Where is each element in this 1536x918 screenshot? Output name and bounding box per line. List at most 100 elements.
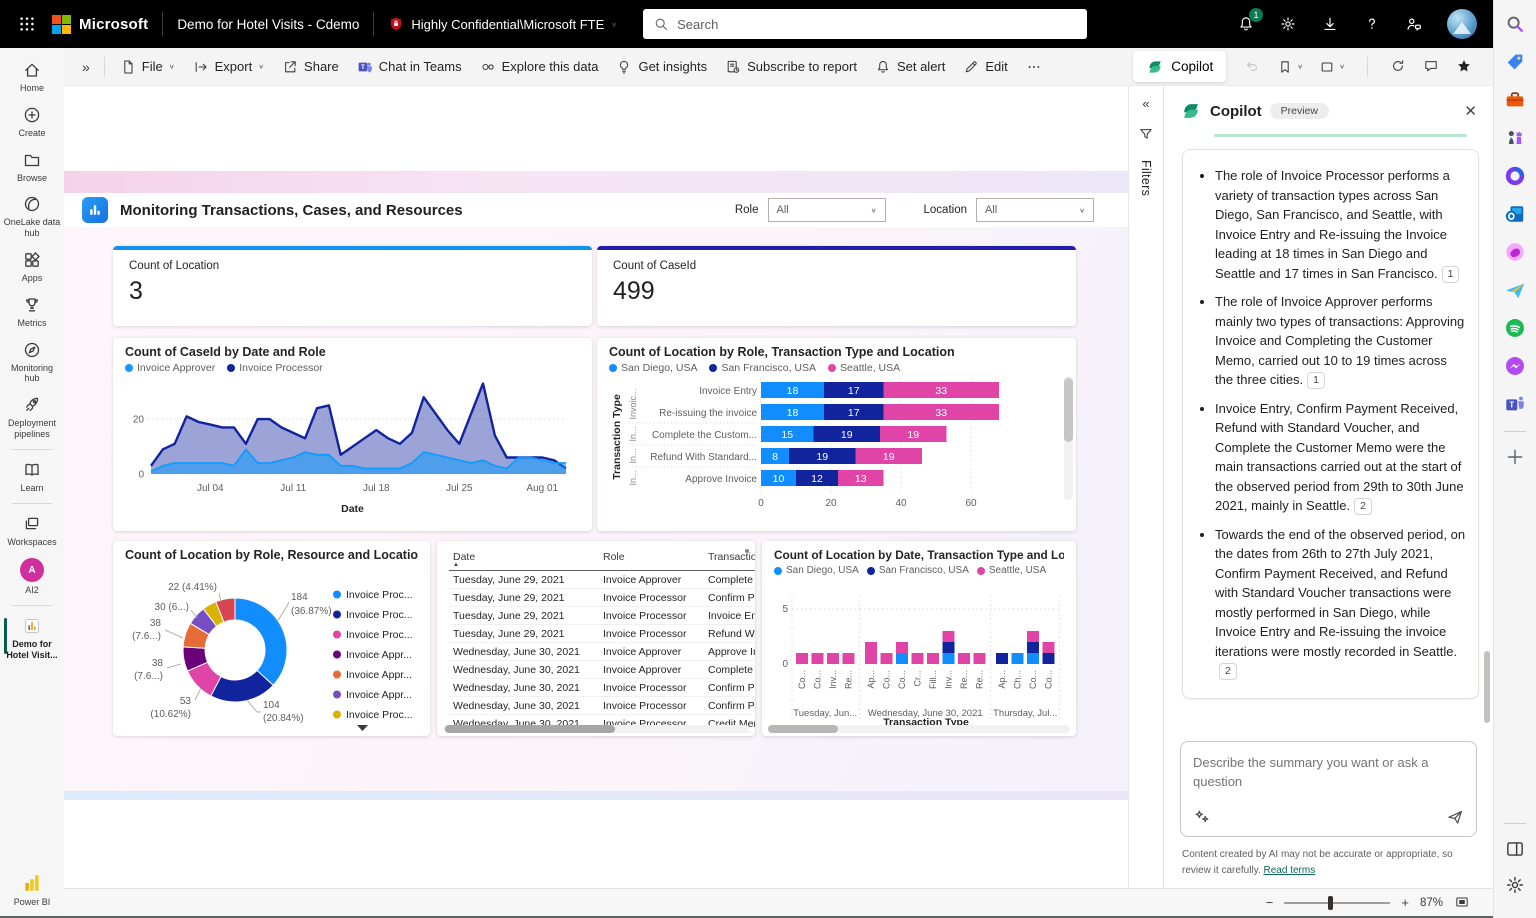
plane-icon[interactable] [1504, 279, 1526, 301]
sidebar-item-metrics[interactable]: Metrics [0, 289, 64, 334]
legend-item[interactable]: San Diego, USA [609, 362, 697, 374]
toolbar-get-insights-button[interactable]: Get insights [607, 52, 716, 82]
download-button[interactable] [1321, 15, 1339, 33]
table-row[interactable]: Tuesday, June 29, 2021Invoice ProcessorC… [449, 589, 755, 607]
refresh-button[interactable] [1390, 58, 1407, 75]
sidebar-item-apps[interactable]: Apps [0, 244, 64, 289]
help-button[interactable] [1363, 15, 1381, 33]
search-icon[interactable] [1504, 13, 1526, 35]
citation-chip[interactable]: 1 [1307, 372, 1325, 389]
sidebar-item-deployment-pipelines[interactable]: Deployment pipelines [0, 389, 64, 445]
toolbar-subscribe-to-report-button[interactable]: Subscribe to report [716, 52, 866, 82]
user-avatar[interactable] [1447, 9, 1477, 39]
expand-filters-button[interactable]: « [1142, 96, 1149, 111]
table-row[interactable]: Tuesday, June 29, 2021Invoice ProcessorR… [449, 625, 755, 643]
search-input[interactable]: Search [643, 9, 1087, 39]
sidebar-item-create[interactable]: Create [0, 99, 64, 144]
table-row[interactable]: Wednesday, June 30, 2021Invoice Processo… [449, 733, 755, 737]
sensitivity-label-button[interactable]: Highly Confidential\Microsoft FTE ∨ [388, 16, 617, 32]
undo-button[interactable] [1244, 58, 1261, 75]
citation-chip[interactable]: 2 [1219, 663, 1237, 680]
bookmarks-button[interactable]: ∨ [1277, 59, 1303, 75]
expand-nav-button[interactable]: » [74, 59, 98, 75]
copilot-toolbar-button[interactable]: Copilot [1133, 51, 1226, 82]
app-launcher-button[interactable] [12, 9, 42, 39]
m365-icon[interactable] [1504, 165, 1526, 187]
toolbar-set-alert-button[interactable]: Set alert [866, 52, 954, 82]
toolbar-edit-button[interactable]: Edit [954, 52, 1016, 82]
feedback-button[interactable] [1405, 15, 1423, 33]
settings-icon[interactable] [1504, 874, 1526, 896]
chart-scrollbar-thumb[interactable] [1064, 378, 1073, 442]
copilot-input-box[interactable]: Describe the summary you want or ask a q… [1180, 741, 1477, 837]
outlook-icon[interactable] [1504, 203, 1526, 225]
filters-icon-button[interactable] [1138, 126, 1154, 145]
location-slicer-dropdown[interactable]: All∨ [976, 198, 1094, 222]
legend-item[interactable]: Seattle, USA [977, 565, 1046, 576]
chart-scrollbar-thumb[interactable] [768, 725, 838, 733]
table-column-header[interactable]: Role [599, 550, 704, 571]
copilot-scrollbar-thumb[interactable] [1484, 651, 1490, 723]
zoom-in-button[interactable]: + [1401, 895, 1409, 910]
teams-icon[interactable]: T [1504, 393, 1526, 415]
toolbar-file-button[interactable]: File∨ [111, 52, 184, 82]
sidebar-item-onelake-data-hub[interactable]: OneLake data hub [0, 188, 64, 244]
sidebar-item-ai2[interactable]: AAI2 [0, 552, 64, 601]
sidebar-item-learn[interactable]: Learn [0, 454, 64, 499]
stacked-bar-chart-card[interactable]: Count of Location by Role, Transaction T… [597, 338, 1076, 531]
sidebar-item-power-bi[interactable]: Power BI [3, 866, 61, 916]
citation-chip[interactable]: 2 [1354, 498, 1372, 515]
legend-item[interactable]: Seattle, USA [828, 362, 900, 374]
table-row[interactable]: Tuesday, June 29, 2021Invoice ProcessorI… [449, 607, 755, 625]
table-row[interactable]: Wednesday, June 30, 2021Invoice Approver… [449, 661, 755, 679]
toolbar-more-button[interactable] [1017, 52, 1051, 82]
sidebar-item-workspaces[interactable]: Workspaces [0, 508, 64, 553]
comments-button[interactable] [1423, 58, 1440, 75]
zoom-slider[interactable] [1284, 902, 1390, 904]
toolbar-chat-in-teams-button[interactable]: TChat in Teams [348, 52, 471, 82]
table-row[interactable]: Wednesday, June 30, 2021Invoice Approver… [449, 643, 755, 661]
table-row[interactable]: Wednesday, June 30, 2021Invoice Processo… [449, 679, 755, 697]
toolbar-explore-this-data-button[interactable]: Explore this data [471, 52, 608, 82]
chess-icon[interactable] [1504, 127, 1526, 149]
sidebar-item-browse[interactable]: Browse [0, 144, 64, 189]
legend-item[interactable]: San Diego, USA [774, 565, 859, 576]
fit-to-page-button[interactable] [1454, 894, 1471, 911]
legend-item[interactable]: San Francisco, USA [867, 565, 969, 576]
legend-item[interactable]: Invoice Processor [227, 362, 322, 374]
notifications-button[interactable]: 1 [1237, 15, 1255, 33]
sidebar-item-home[interactable]: Home [0, 54, 64, 99]
microsoft-logo[interactable]: Microsoft [52, 15, 148, 34]
legend-item[interactable]: San Francisco, USA [709, 362, 816, 374]
designer-icon[interactable] [1504, 241, 1526, 263]
kpi-card-count-of-location[interactable]: Count of Location 3 [113, 246, 592, 326]
toolbox-icon[interactable] [1504, 89, 1526, 111]
zoom-out-button[interactable]: − [1266, 895, 1274, 910]
area-chart-card[interactable]: Count of CaseId by Date and Role Invoice… [113, 338, 592, 531]
view-button[interactable]: ∨ [1319, 59, 1345, 75]
favorite-button[interactable] [1456, 58, 1473, 75]
table-row[interactable]: Wednesday, June 30, 2021Invoice Processo… [449, 697, 755, 715]
messenger-icon[interactable] [1504, 355, 1526, 377]
read-terms-link[interactable]: Read terms [1264, 865, 1316, 876]
table-visual-card[interactable]: Date▲RoleTransactionTuesday, June 29, 20… [437, 541, 755, 736]
donut-chart-card[interactable]: Count of Location by Role, Resource and … [113, 541, 430, 736]
prompt-suggestions-button[interactable] [1193, 808, 1211, 826]
close-copilot-button[interactable]: ✕ [1464, 102, 1477, 120]
send-button[interactable] [1446, 808, 1464, 826]
column-chart-card[interactable]: Count of Location by Date, Transaction T… [762, 541, 1076, 736]
legend-item[interactable]: Invoice Approver [125, 362, 215, 374]
zoom-slider-thumb[interactable] [1328, 896, 1333, 910]
sidebar-item-monitoring-hub[interactable]: Monitoring hub [0, 334, 64, 390]
table-column-header[interactable]: Date▲ [449, 550, 599, 571]
panel-icon[interactable] [1504, 838, 1526, 860]
sidebar-item-demo-for-hotel-visit[interactable]: Demo for Hotel Visit... [0, 610, 64, 666]
table-row[interactable]: Tuesday, June 29, 2021Invoice ApproverCo… [449, 571, 755, 589]
kpi-card-count-of-caseid[interactable]: Count of CaseId 499 [597, 246, 1076, 326]
toolbar-export-button[interactable]: Export∨ [184, 52, 273, 82]
tag-icon[interactable] [1504, 51, 1526, 73]
add-sidebar-app-button[interactable] [1504, 446, 1526, 468]
citation-chip[interactable]: 1 [1442, 266, 1460, 283]
toolbar-share-button[interactable]: Share [273, 52, 348, 82]
spotify-icon[interactable] [1504, 317, 1526, 339]
